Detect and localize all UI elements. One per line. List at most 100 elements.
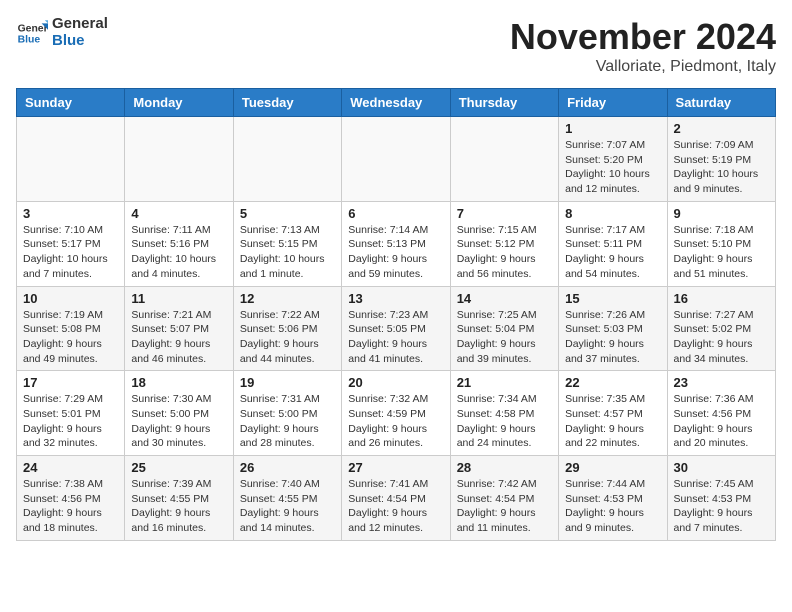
calendar-cell: 2 Sunrise: 7:09 AM Sunset: 5:19 PM Daylig…	[667, 117, 775, 202]
calendar-cell: 7Sunrise: 7:15 AM Sunset: 5:12 PM Daylig…	[450, 201, 558, 286]
calendar-cell: 8Sunrise: 7:17 AM Sunset: 5:11 PM Daylig…	[559, 201, 667, 286]
day-info: Sunrise: 7:32 AM Sunset: 4:59 PM Dayligh…	[348, 392, 443, 451]
logo: General Blue General Blue	[16, 16, 108, 49]
day-number: 12	[240, 291, 335, 306]
day-number: 4	[131, 206, 226, 221]
calendar-cell	[342, 117, 450, 202]
day-info: Sunrise: 7:25 AM Sunset: 5:04 PM Dayligh…	[457, 308, 552, 367]
day-info: Sunrise: 7:35 AM Sunset: 4:57 PM Dayligh…	[565, 392, 660, 451]
calendar-cell: 22 Sunrise: 7:35 AM Sunset: 4:57 PM Dayli…	[559, 371, 667, 456]
day-info: Sunrise: 7:42 AM Sunset: 4:54 PM Dayligh…	[457, 477, 552, 536]
calendar-cell: 1 Sunrise: 7:07 AM Sunset: 5:20 PM Daylig…	[559, 117, 667, 202]
calendar-cell: 20 Sunrise: 7:32 AM Sunset: 4:59 PM Dayli…	[342, 371, 450, 456]
day-info: Sunrise: 7:39 AM Sunset: 4:55 PM Dayligh…	[131, 477, 226, 536]
month-title: November 2024	[510, 16, 776, 58]
day-info: Sunrise: 7:30 AM Sunset: 5:00 PM Dayligh…	[131, 392, 226, 451]
day-number: 9	[674, 206, 769, 221]
day-info: Sunrise: 7:40 AM Sunset: 4:55 PM Dayligh…	[240, 477, 335, 536]
calendar-cell: 16Sunrise: 7:27 AM Sunset: 5:02 PM Dayli…	[667, 286, 775, 371]
weekday-header-thursday: Thursday	[450, 89, 558, 117]
day-info: Sunrise: 7:14 AM Sunset: 5:13 PM Dayligh…	[348, 223, 443, 282]
calendar-cell	[17, 117, 125, 202]
calendar-cell: 6Sunrise: 7:14 AM Sunset: 5:13 PM Daylig…	[342, 201, 450, 286]
calendar-cell: 3 Sunrise: 7:10 AM Sunset: 5:17 PM Daylig…	[17, 201, 125, 286]
calendar-cell: 11 Sunrise: 7:21 AM Sunset: 5:07 PM Dayli…	[125, 286, 233, 371]
location: Valloriate, Piedmont, Italy	[510, 58, 776, 76]
calendar-cell: 15Sunrise: 7:26 AM Sunset: 5:03 PM Dayli…	[559, 286, 667, 371]
calendar-cell: 5 Sunrise: 7:13 AM Sunset: 5:15 PM Daylig…	[233, 201, 341, 286]
calendar-cell	[450, 117, 558, 202]
calendar-cell: 12 Sunrise: 7:22 AM Sunset: 5:06 PM Dayli…	[233, 286, 341, 371]
day-info: Sunrise: 7:31 AM Sunset: 5:00 PM Dayligh…	[240, 392, 335, 451]
day-number: 25	[131, 460, 226, 475]
calendar-cell: 26 Sunrise: 7:40 AM Sunset: 4:55 PM Dayli…	[233, 456, 341, 541]
day-info: Sunrise: 7:15 AM Sunset: 5:12 PM Dayligh…	[457, 223, 552, 282]
day-number: 19	[240, 375, 335, 390]
calendar-cell: 18 Sunrise: 7:30 AM Sunset: 5:00 PM Dayli…	[125, 371, 233, 456]
weekday-header-friday: Friday	[559, 89, 667, 117]
calendar-table: SundayMondayTuesdayWednesdayThursdayFrid…	[16, 88, 776, 541]
weekday-header-sunday: Sunday	[17, 89, 125, 117]
calendar-cell: 4 Sunrise: 7:11 AM Sunset: 5:16 PM Daylig…	[125, 201, 233, 286]
day-number: 17	[23, 375, 118, 390]
day-number: 23	[674, 375, 769, 390]
day-info: Sunrise: 7:17 AM Sunset: 5:11 PM Dayligh…	[565, 223, 660, 282]
day-info: Sunrise: 7:10 AM Sunset: 5:17 PM Dayligh…	[23, 223, 118, 282]
day-number: 3	[23, 206, 118, 221]
calendar-cell: 30 Sunrise: 7:45 AM Sunset: 4:53 PM Dayli…	[667, 456, 775, 541]
day-info: Sunrise: 7:45 AM Sunset: 4:53 PM Dayligh…	[674, 477, 769, 536]
day-info: Sunrise: 7:29 AM Sunset: 5:01 PM Dayligh…	[23, 392, 118, 451]
day-number: 15	[565, 291, 660, 306]
day-number: 16	[674, 291, 769, 306]
day-info: Sunrise: 7:44 AM Sunset: 4:53 PM Dayligh…	[565, 477, 660, 536]
day-number: 29	[565, 460, 660, 475]
calendar-cell: 24 Sunrise: 7:38 AM Sunset: 4:56 PM Dayli…	[17, 456, 125, 541]
day-number: 2	[674, 121, 769, 136]
weekday-header-saturday: Saturday	[667, 89, 775, 117]
day-info: Sunrise: 7:09 AM Sunset: 5:19 PM Dayligh…	[674, 138, 769, 197]
calendar-cell: 13 Sunrise: 7:23 AM Sunset: 5:05 PM Dayli…	[342, 286, 450, 371]
day-info: Sunrise: 7:22 AM Sunset: 5:06 PM Dayligh…	[240, 308, 335, 367]
day-number: 26	[240, 460, 335, 475]
calendar-cell	[125, 117, 233, 202]
day-info: Sunrise: 7:07 AM Sunset: 5:20 PM Dayligh…	[565, 138, 660, 197]
calendar-cell: 17 Sunrise: 7:29 AM Sunset: 5:01 PM Dayli…	[17, 371, 125, 456]
day-number: 10	[23, 291, 118, 306]
weekday-header-wednesday: Wednesday	[342, 89, 450, 117]
calendar-week-4: 17 Sunrise: 7:29 AM Sunset: 5:01 PM Dayli…	[17, 371, 776, 456]
calendar-cell: 28Sunrise: 7:42 AM Sunset: 4:54 PM Dayli…	[450, 456, 558, 541]
svg-text:Blue: Blue	[18, 34, 41, 45]
calendar-week-3: 10 Sunrise: 7:19 AM Sunset: 5:08 PM Dayli…	[17, 286, 776, 371]
day-number: 5	[240, 206, 335, 221]
logo-icon: General Blue	[16, 17, 48, 49]
day-info: Sunrise: 7:41 AM Sunset: 4:54 PM Dayligh…	[348, 477, 443, 536]
calendar-cell	[233, 117, 341, 202]
header: General Blue General Blue November 2024 …	[16, 16, 776, 76]
weekday-header-monday: Monday	[125, 89, 233, 117]
day-info: Sunrise: 7:13 AM Sunset: 5:15 PM Dayligh…	[240, 223, 335, 282]
calendar-cell: 29 Sunrise: 7:44 AM Sunset: 4:53 PM Dayli…	[559, 456, 667, 541]
day-number: 18	[131, 375, 226, 390]
day-number: 22	[565, 375, 660, 390]
day-number: 11	[131, 291, 226, 306]
day-info: Sunrise: 7:36 AM Sunset: 4:56 PM Dayligh…	[674, 392, 769, 451]
day-info: Sunrise: 7:38 AM Sunset: 4:56 PM Dayligh…	[23, 477, 118, 536]
day-number: 1	[565, 121, 660, 136]
calendar-cell: 27Sunrise: 7:41 AM Sunset: 4:54 PM Dayli…	[342, 456, 450, 541]
calendar-week-5: 24 Sunrise: 7:38 AM Sunset: 4:56 PM Dayli…	[17, 456, 776, 541]
day-number: 20	[348, 375, 443, 390]
day-info: Sunrise: 7:23 AM Sunset: 5:05 PM Dayligh…	[348, 308, 443, 367]
calendar-cell: 21Sunrise: 7:34 AM Sunset: 4:58 PM Dayli…	[450, 371, 558, 456]
day-number: 13	[348, 291, 443, 306]
day-number: 14	[457, 291, 552, 306]
calendar-cell: 23 Sunrise: 7:36 AM Sunset: 4:56 PM Dayli…	[667, 371, 775, 456]
day-number: 24	[23, 460, 118, 475]
day-info: Sunrise: 7:19 AM Sunset: 5:08 PM Dayligh…	[23, 308, 118, 367]
day-info: Sunrise: 7:18 AM Sunset: 5:10 PM Dayligh…	[674, 223, 769, 282]
day-info: Sunrise: 7:21 AM Sunset: 5:07 PM Dayligh…	[131, 308, 226, 367]
day-number: 30	[674, 460, 769, 475]
day-number: 21	[457, 375, 552, 390]
day-info: Sunrise: 7:11 AM Sunset: 5:16 PM Dayligh…	[131, 223, 226, 282]
weekday-header-tuesday: Tuesday	[233, 89, 341, 117]
calendar-cell: 9 Sunrise: 7:18 AM Sunset: 5:10 PM Daylig…	[667, 201, 775, 286]
